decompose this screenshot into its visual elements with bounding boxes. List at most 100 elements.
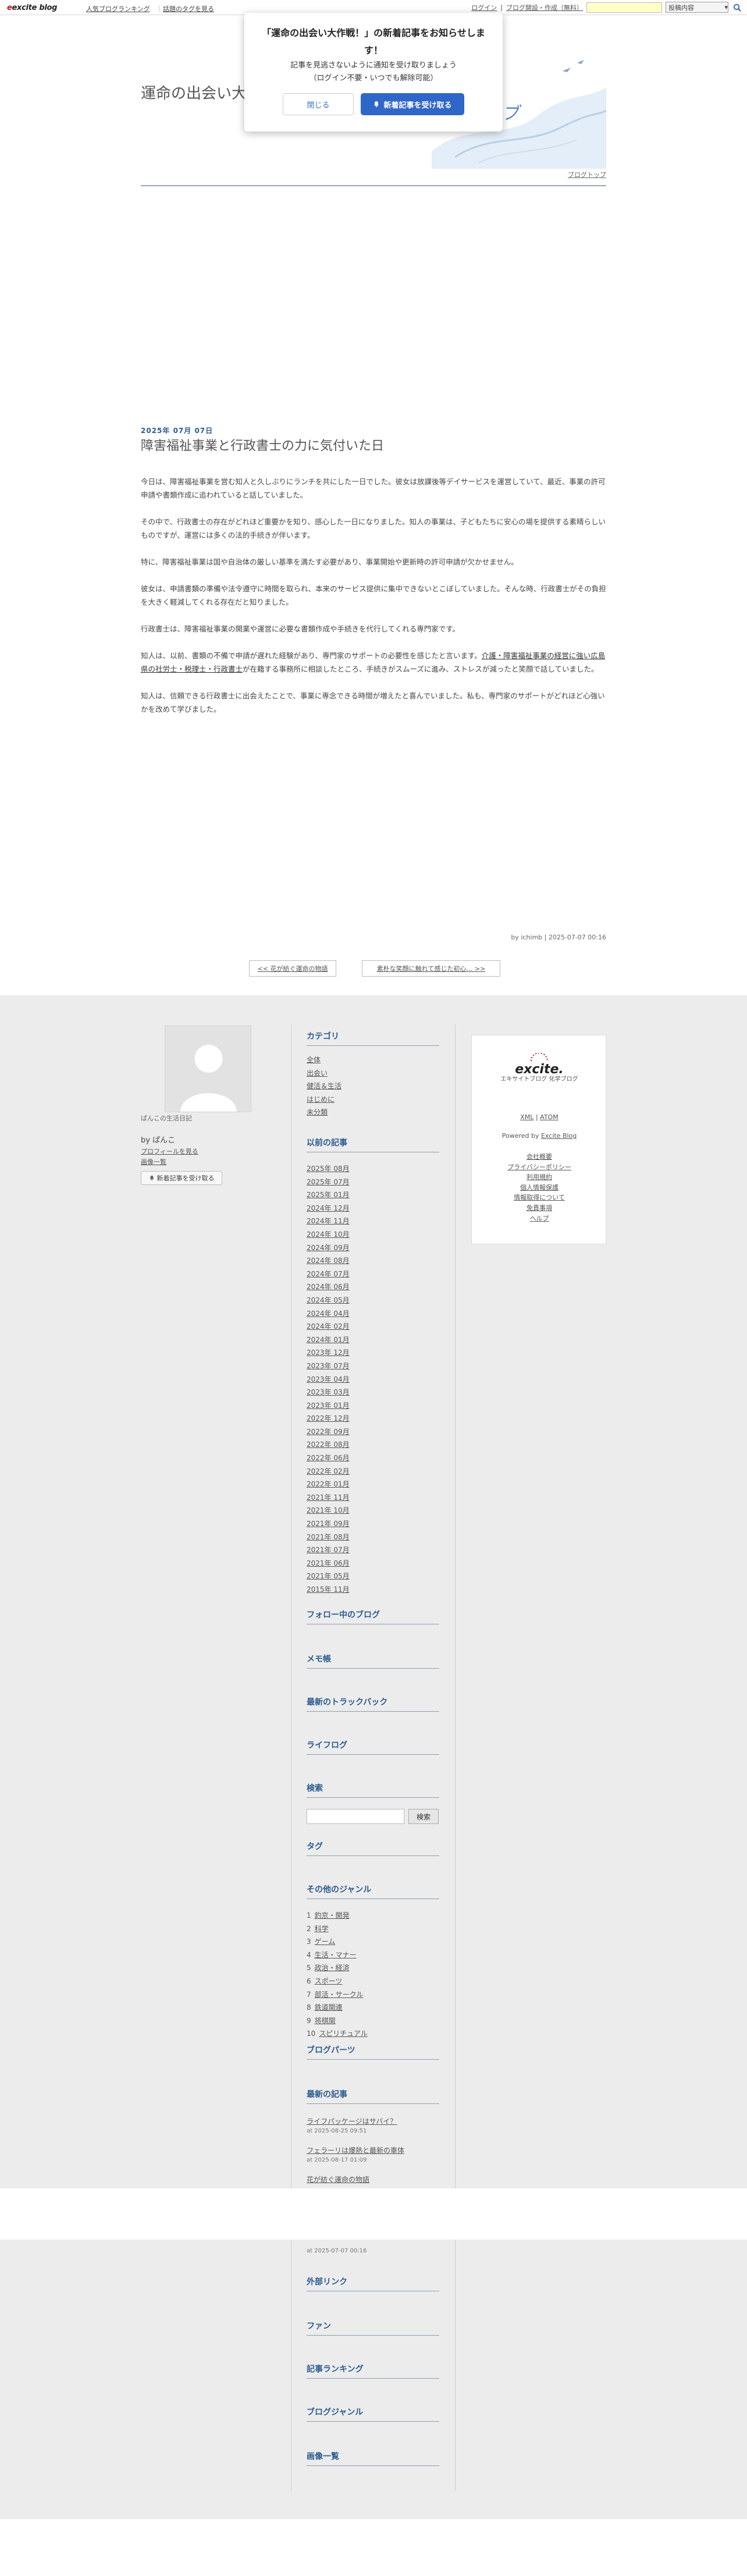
- archive-item[interactable]: 2022年 06月: [307, 1452, 350, 1465]
- genre-label[interactable]: ゲーム: [315, 1938, 336, 1946]
- sidebar-search-button[interactable]: 検索: [408, 1809, 439, 1824]
- archive-item[interactable]: 2024年 12月: [307, 1202, 350, 1215]
- xml-link[interactable]: XML: [520, 1113, 533, 1121]
- archive-item[interactable]: 2024年 06月: [307, 1280, 350, 1294]
- category-item[interactable]: 健活＆生活: [307, 1080, 342, 1093]
- category-item[interactable]: 全体: [307, 1053, 342, 1067]
- genre-item[interactable]: 9 将棋関: [307, 2014, 368, 2028]
- excite-logo[interactable]: excite.: [472, 1053, 607, 1077]
- archive-item[interactable]: 2023年 04月: [307, 1373, 350, 1386]
- archive-item[interactable]: 2021年 07月: [307, 1544, 350, 1557]
- hot-tag-link[interactable]: 話題のタグを見る: [163, 4, 214, 13]
- archive-item[interactable]: 2023年 12月: [307, 1346, 350, 1360]
- archive-item[interactable]: 2024年 11月: [307, 1215, 350, 1228]
- profile-link[interactable]: プロフィールを見る: [141, 1147, 198, 1156]
- category-item[interactable]: 未分類: [307, 1106, 342, 1119]
- post-timestamp[interactable]: 2025-07-07 00:16: [549, 934, 606, 941]
- image-list-link[interactable]: 画像一覧: [141, 1157, 166, 1166]
- category-item[interactable]: 出会い: [307, 1067, 342, 1080]
- search-scope-select[interactable]: 投稿内容 ▾: [666, 2, 728, 13]
- genre-item[interactable]: 8 鉄道関連: [307, 2001, 368, 2014]
- search-button[interactable]: [732, 2, 742, 13]
- genre-item[interactable]: 1 釣京・開発: [307, 1909, 368, 1922]
- archive-item[interactable]: 2022年 09月: [307, 1425, 350, 1439]
- archive-item[interactable]: 2024年 10月: [307, 1228, 350, 1241]
- archive-item[interactable]: 2021年 06月: [307, 1557, 350, 1570]
- post-title[interactable]: 障害福祉事業と行政書士の力に気付いた日: [141, 435, 384, 454]
- genre-label[interactable]: 政治・経済: [315, 1964, 350, 1972]
- archive-item[interactable]: 2024年 05月: [307, 1294, 350, 1307]
- archive-item[interactable]: 2024年 02月: [307, 1320, 350, 1333]
- blog-open-link[interactable]: ブログ開設・作成（無料）: [506, 3, 583, 12]
- external-links-heading: 外部リンク: [307, 2276, 439, 2291]
- genre-item[interactable]: 6 スポーツ: [307, 1975, 368, 1988]
- genre-label[interactable]: スピリチュアル: [319, 2029, 368, 2038]
- excite-blog-link[interactable]: Excite Blog: [541, 1132, 577, 1140]
- sidebar-search-input[interactable]: [307, 1809, 404, 1824]
- archive-item[interactable]: 2024年 01月: [307, 1333, 350, 1347]
- archive-item[interactable]: 2025年 07月: [307, 1176, 350, 1189]
- post-paragraph: 彼女は、申請書類の準備や法令遵守に時間を取られ、本来のサービス提供に集中できない…: [141, 584, 606, 606]
- archive-item[interactable]: 2023年 07月: [307, 1360, 350, 1373]
- next-post-button[interactable]: 素朴な笑顔に触れて感じた初心… >>: [362, 960, 500, 977]
- corporate-link[interactable]: 利用規約: [472, 1172, 607, 1183]
- profile-subscribe-button[interactable]: 新着記事を受け取る: [141, 1171, 222, 1185]
- archive-item[interactable]: 2021年 10月: [307, 1504, 350, 1517]
- corporate-link[interactable]: 情報取得について: [472, 1193, 607, 1203]
- archive-item[interactable]: 2024年 09月: [307, 1241, 350, 1255]
- archive-item[interactable]: 2021年 08月: [307, 1531, 350, 1544]
- genre-item[interactable]: 3 ゲーム: [307, 1935, 368, 1949]
- excite-info-box: excite. エキサイトブログ 化学ブログ XML | ATOM Powere…: [471, 1035, 606, 1244]
- recent-post-link[interactable]: 花が紡ぐ運命の物語: [307, 2174, 369, 2184]
- genre-label[interactable]: 科学: [315, 1925, 329, 1933]
- archive-item[interactable]: 2024年 08月: [307, 1254, 350, 1268]
- archive-item[interactable]: 2023年 01月: [307, 1399, 350, 1413]
- genre-item[interactable]: 4 生活・マナー: [307, 1949, 368, 1962]
- post-author: by ichimb: [511, 934, 543, 941]
- subscribe-button[interactable]: 新着記事を受け取る: [361, 93, 464, 115]
- genre-item[interactable]: 10 スピリチュアル: [307, 2027, 368, 2041]
- blog-top-link[interactable]: ブログトップ: [568, 170, 606, 179]
- genre-label[interactable]: 部活・サークル: [315, 1990, 364, 1999]
- corporate-link[interactable]: ヘルプ: [472, 1214, 607, 1224]
- popup-close-button[interactable]: 閉じる: [283, 93, 354, 115]
- genre-label[interactable]: 釣京・開発: [315, 1911, 350, 1919]
- topbar-search-input[interactable]: [586, 2, 662, 13]
- genre-item[interactable]: 5 政治・経済: [307, 1961, 368, 1975]
- genre-item[interactable]: 2 科学: [307, 1922, 368, 1936]
- archive-item[interactable]: 2022年 01月: [307, 1478, 350, 1491]
- category-item[interactable]: はじめに: [307, 1093, 342, 1106]
- corporate-link[interactable]: 個人情報保護: [472, 1183, 607, 1193]
- archive-item[interactable]: 2025年 01月: [307, 1188, 350, 1202]
- corporate-link[interactable]: プライバシーポリシー: [472, 1162, 607, 1173]
- login-link[interactable]: ログイン: [471, 3, 497, 12]
- corporate-link[interactable]: 免責事項: [472, 1203, 607, 1214]
- blog-title[interactable]: 運命の出会い大作: [141, 81, 262, 103]
- avatar[interactable]: [165, 1026, 251, 1112]
- genre-label[interactable]: 鉄道関連: [315, 2003, 343, 2011]
- genre-label[interactable]: 将棋関: [315, 2017, 336, 2025]
- recent-post-link[interactable]: ライフパッケージはサバイ？: [307, 2116, 397, 2126]
- archive-item[interactable]: 2015年 11月: [307, 1583, 350, 1596]
- category-list: 全体 出会い 健活＆生活 はじめに 未分類: [307, 1053, 342, 1119]
- archive-item[interactable]: 2021年 05月: [307, 1570, 350, 1583]
- archive-item[interactable]: 2024年 07月: [307, 1268, 350, 1281]
- archive-item[interactable]: 2021年 11月: [307, 1491, 350, 1505]
- genre-label[interactable]: 生活・マナー: [315, 1951, 357, 1959]
- genre-item[interactable]: 7 部活・サークル: [307, 1988, 368, 2002]
- excite-blog-logo[interactable]: eexcite blog: [7, 3, 57, 12]
- archive-item[interactable]: 2022年 08月: [307, 1438, 350, 1452]
- prev-post-button[interactable]: << 花が紡ぐ運命の物語: [249, 960, 336, 977]
- blog-title-tail: ブ: [501, 104, 519, 124]
- archive-item[interactable]: 2022年 12月: [307, 1412, 350, 1425]
- genre-label[interactable]: スポーツ: [315, 1977, 343, 1985]
- blog-ranking-link[interactable]: 人気ブログランキング: [86, 4, 150, 13]
- archive-item[interactable]: 2024年 04月: [307, 1307, 350, 1321]
- archive-item[interactable]: 2023年 03月: [307, 1386, 350, 1399]
- archive-item[interactable]: 2022年 02月: [307, 1465, 350, 1478]
- recent-post-link[interactable]: フェラーリは爆熱と最新の車体: [307, 2145, 404, 2155]
- atom-link[interactable]: ATOM: [540, 1113, 559, 1121]
- archive-item[interactable]: 2025年 08月: [307, 1162, 350, 1176]
- archive-item[interactable]: 2021年 09月: [307, 1517, 350, 1531]
- corporate-link[interactable]: 会社概要: [472, 1152, 607, 1162]
